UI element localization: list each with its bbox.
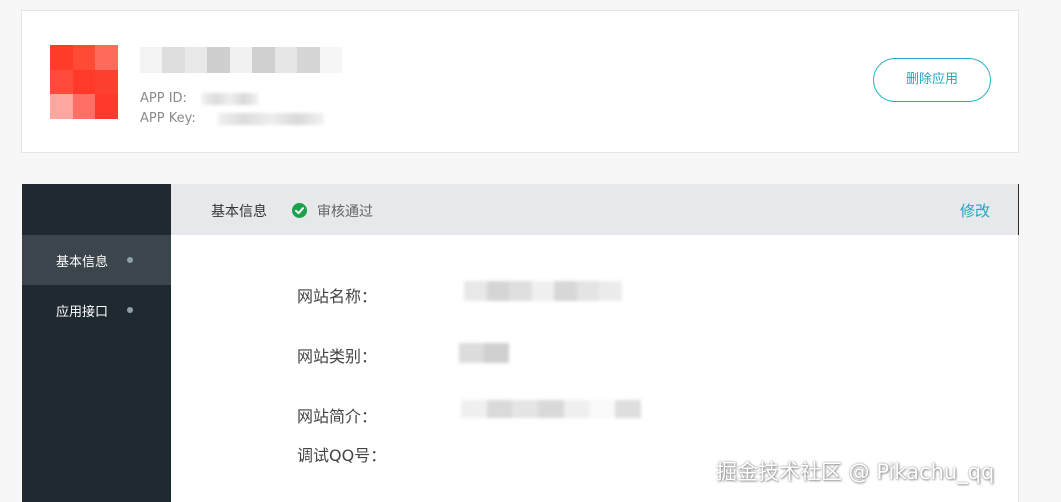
edit-link[interactable]: 修改 xyxy=(960,200,990,221)
panel-header: 基本信息 审核通过 修改 xyxy=(171,184,1019,235)
watermark: 掘金技术社区 @ Pikachu_qq xyxy=(716,460,995,484)
app-logo xyxy=(50,45,118,119)
field-value-site-name-redacted xyxy=(464,281,623,301)
check-circle-icon xyxy=(292,203,307,218)
sidebar-item-label: 基本信息 xyxy=(56,255,109,270)
sidebar-item-basic-info[interactable]: 基本信息 xyxy=(22,235,171,285)
field-label-site-intro: 网站简介： xyxy=(297,407,378,426)
app-id-value-redacted xyxy=(202,93,258,105)
field-label-site-category: 网站类别： xyxy=(297,347,378,366)
app-id-label: APP ID: xyxy=(140,91,187,106)
sidebar: 基本信息 应用接口 xyxy=(22,184,171,502)
app-name-redacted xyxy=(140,47,342,73)
status-badge: 审核通过 xyxy=(317,204,373,220)
field-label-site-name: 网站名称： xyxy=(297,287,378,306)
sidebar-item-app-interface[interactable]: 应用接口 xyxy=(22,285,171,335)
sidebar-item-label: 应用接口 xyxy=(56,305,109,320)
dot-icon xyxy=(127,307,133,313)
panel-title: 基本信息 xyxy=(211,204,267,220)
field-value-site-intro-redacted xyxy=(461,400,642,418)
dot-icon xyxy=(127,257,133,263)
app-card: APP ID: APP Key: 删除应用 xyxy=(21,10,1019,153)
delete-app-button[interactable]: 删除应用 xyxy=(873,58,991,102)
app-key-label: APP Key: xyxy=(140,111,196,126)
app-key-value-redacted xyxy=(218,113,324,125)
field-label-debug-qq: 调试QQ号： xyxy=(297,446,387,465)
field-value-site-category-redacted xyxy=(459,343,509,363)
